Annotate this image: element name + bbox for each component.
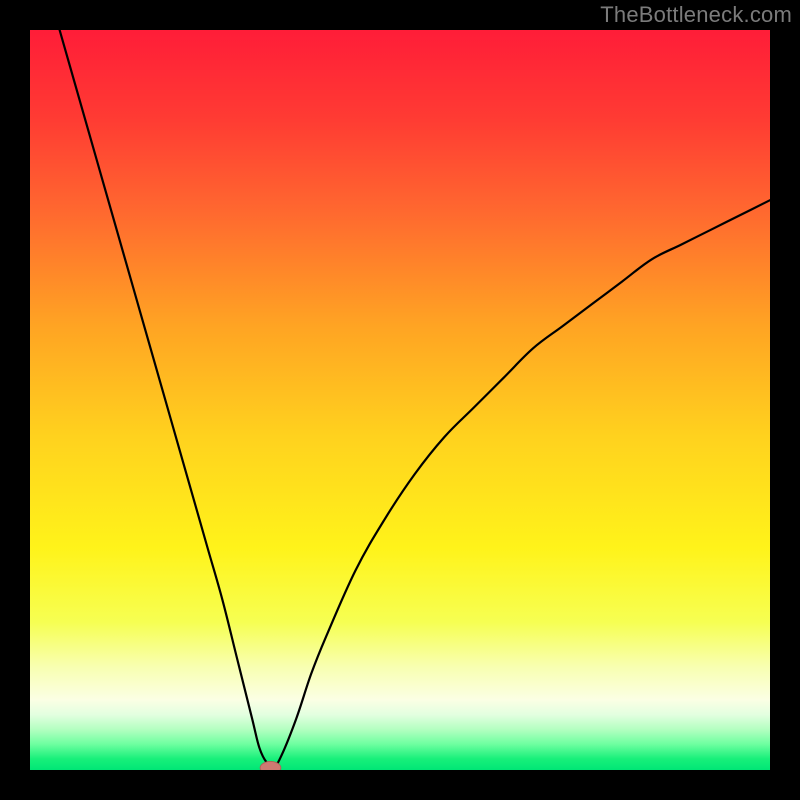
watermark-text: TheBottleneck.com: [600, 2, 792, 28]
plot-background: [30, 30, 770, 770]
bottleneck-chart: [30, 30, 770, 770]
chart-frame: TheBottleneck.com: [0, 0, 800, 800]
